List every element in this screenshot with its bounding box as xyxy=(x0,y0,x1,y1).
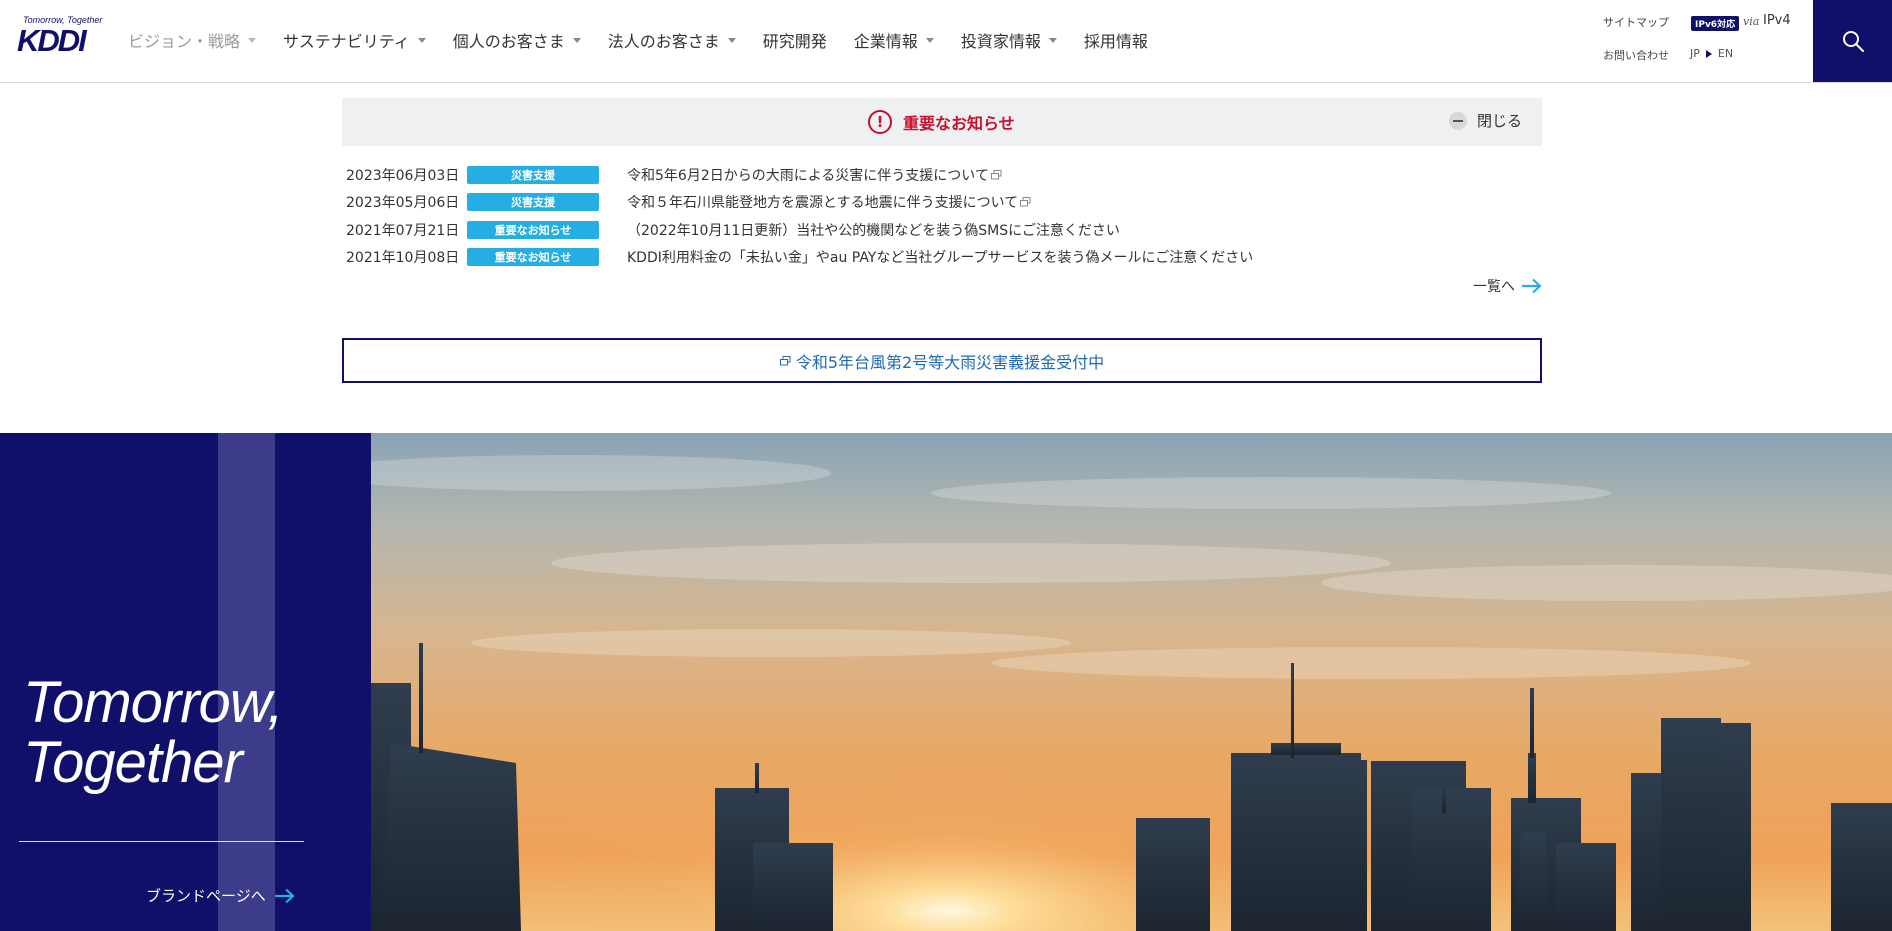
ipv6-badge: IPv6対応 xyxy=(1691,16,1740,31)
site-header: Tomorrow, Together KDDI ビジョン・戦略 サステナビリティ… xyxy=(0,0,1892,83)
nav-label: サステナビリティ xyxy=(283,32,410,51)
nav-sustainability[interactable]: サステナビリティ xyxy=(283,28,426,52)
donation-label: 令和5年台風第2号等大雨災害義援金受付中 xyxy=(795,352,1105,372)
notice-link-text: 令和5年6月2日からの大雨による災害に伴う支援について xyxy=(627,167,989,184)
notice-link[interactable]: KDDI利用料金の「未払い金」やau PAYなど当社グループサービスを装う偽メー… xyxy=(627,247,1253,267)
category-badge: 重要なお知らせ xyxy=(467,248,599,267)
slogan-line-1: Tomorrow, xyxy=(23,670,284,735)
external-link-icon xyxy=(1020,197,1031,207)
language-switch: JP EN xyxy=(1690,47,1733,60)
contact-link[interactable]: お問い合わせ xyxy=(1603,47,1669,63)
caret-down-icon xyxy=(572,37,581,43)
notice-list: 2023年06月03日 災害支援 令和5年6月2日からの大雨による災害に伴う支援… xyxy=(346,161,1542,271)
brand-slogan: Tomorrow, Together xyxy=(23,670,284,795)
nav-label: 採用情報 xyxy=(1083,32,1148,51)
nav-label: 研究開発 xyxy=(762,32,827,51)
list-item: 2021年10月08日 重要なお知らせ KDDI利用料金の「未払い金」やau P… xyxy=(346,244,1542,272)
kddi-logo[interactable]: Tomorrow, Together KDDI xyxy=(17,15,102,58)
nav-label: 企業情報 xyxy=(853,32,918,51)
notice-close-button[interactable]: 閉じる xyxy=(1448,110,1522,131)
via-text: via xyxy=(1743,15,1760,28)
nav-vision-strategy[interactable]: ビジョン・戦略 xyxy=(128,28,257,52)
nav-label: 投資家情報 xyxy=(960,32,1041,51)
search-button[interactable] xyxy=(1813,0,1892,82)
notice-link[interactable]: 令和５年石川県能登地方を震源とする地震に伴う支援について xyxy=(627,192,1031,212)
global-nav: ビジョン・戦略 サステナビリティ 個人のお客さま 法人のお客さま 研究開発 企業… xyxy=(128,0,1175,80)
notice-link[interactable]: （2022年10月11日更新）当社や公的機関などを装う偽SMSにご注意ください xyxy=(627,220,1120,240)
notice-date: 2023年05月06日 xyxy=(346,195,460,212)
category-badge: 災害支援 xyxy=(467,165,599,184)
caret-down-icon xyxy=(248,37,257,43)
ipv4-text: IPv4 xyxy=(1763,13,1791,28)
nav-business[interactable]: 法人のお客さま xyxy=(608,28,736,52)
important-notice-bar: ! 重要なお知らせ 閉じる xyxy=(342,98,1542,146)
external-link-icon xyxy=(990,169,1002,180)
notice-link[interactable]: 令和5年6月2日からの大雨による災害に伴う支援について xyxy=(627,165,1002,185)
lang-jp[interactable]: JP xyxy=(1690,47,1700,60)
caret-down-icon xyxy=(1048,37,1057,43)
minus-circle-icon xyxy=(1448,111,1467,130)
nav-label: 法人のお客さま xyxy=(607,32,720,51)
notice-date: 2021年07月21日 xyxy=(346,222,460,239)
arrow-right-icon xyxy=(274,888,295,903)
city-skyline-illustration xyxy=(371,433,1892,931)
donation-banner-button[interactable]: 令和5年台風第2号等大雨災害義援金受付中 xyxy=(342,338,1542,383)
notice-more-link[interactable]: 一覧へ xyxy=(1473,276,1543,296)
nav-recruit[interactable]: 採用情報 xyxy=(1084,28,1148,52)
logo-wordmark: KDDI xyxy=(17,23,87,58)
notice-heading: ! 重要なお知らせ xyxy=(868,110,1015,134)
notice-link-text: 令和５年石川県能登地方を震源とする地震に伴う支援について xyxy=(627,195,1019,212)
sitemap-link[interactable]: サイトマップ xyxy=(1603,14,1669,30)
exclamation-circle-icon: ! xyxy=(868,110,892,134)
brand-page-link[interactable]: ブランドページへ xyxy=(146,885,296,906)
list-item: 2023年06月03日 災害支援 令和5年6月2日からの大雨による災害に伴う支援… xyxy=(346,161,1542,189)
category-badge: 災害支援 xyxy=(467,193,599,212)
nav-corporate[interactable]: 企業情報 xyxy=(854,28,934,52)
hero-city-sunset-image xyxy=(371,433,1892,931)
triangle-right-icon xyxy=(1705,49,1712,58)
category-badge: 重要なお知らせ xyxy=(467,220,599,239)
list-item: 2021年07月21日 重要なお知らせ （2022年10月11日更新）当社や公的… xyxy=(346,216,1542,244)
nav-label: 個人のお客さま xyxy=(452,32,565,51)
arrow-right-icon xyxy=(1522,278,1542,294)
brand-link-label: ブランドページへ xyxy=(146,887,266,905)
caret-down-icon xyxy=(925,37,934,43)
list-item: 2023年05月06日 災害支援 令和５年石川県能登地方を震源とする地震に伴う支… xyxy=(346,189,1542,217)
slogan-line-2: Together xyxy=(23,730,243,795)
search-icon xyxy=(1842,31,1864,52)
caret-down-icon xyxy=(417,37,426,43)
caret-down-icon xyxy=(727,37,736,43)
nav-investors[interactable]: 投資家情報 xyxy=(961,28,1057,52)
external-link-icon xyxy=(779,355,791,365)
notice-close-label: 閉じる xyxy=(1476,112,1522,130)
notice-title-text: 重要なお知らせ xyxy=(903,114,1015,133)
more-link-label: 一覧へ xyxy=(1473,279,1515,295)
divider xyxy=(19,841,304,842)
utility-links: サイトマップ IPv6対応 via IPv4 お問い合わせ JP EN xyxy=(1603,13,1803,70)
notice-date: 2023年06月03日 xyxy=(346,167,460,184)
nav-personal[interactable]: 個人のお客さま xyxy=(453,28,581,52)
lang-en[interactable]: EN xyxy=(1718,47,1733,60)
brand-panel: Tomorrow, Together ブランドページへ xyxy=(0,433,371,931)
nav-research[interactable]: 研究開発 xyxy=(763,28,827,52)
notice-date: 2021年10月08日 xyxy=(346,250,460,267)
nav-label: ビジョン・戦略 xyxy=(128,32,241,51)
